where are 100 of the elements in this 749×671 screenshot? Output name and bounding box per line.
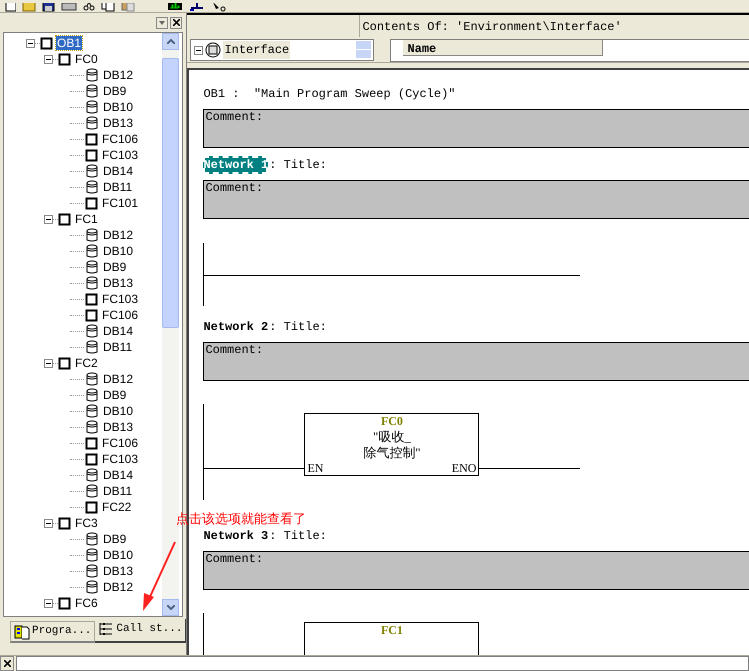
tree-item[interactable]: DB11 — [102, 340, 134, 354]
collapse-icon[interactable] — [44, 214, 53, 224]
tree-item[interactable]: DB9 — [102, 84, 128, 98]
tree-item[interactable]: DB9 — [102, 532, 128, 546]
monitor-icon[interactable] — [167, 3, 183, 12]
tree-item[interactable]: FC0 — [74, 52, 99, 66]
tree-item[interactable]: DB9 — [102, 388, 128, 402]
tree-item[interactable]: FC103 — [101, 148, 140, 162]
cylinder-icon — [85, 404, 99, 418]
close-button[interactable] — [0, 656, 14, 671]
tree-item[interactable]: DB12 — [102, 68, 134, 82]
square-icon — [58, 356, 71, 370]
save-icon[interactable] — [42, 3, 55, 12]
tree-item[interactable]: FC2 — [74, 356, 99, 370]
comment-field[interactable]: Comment: — [203, 342, 749, 381]
tree-item[interactable]: FC1 — [74, 212, 99, 226]
square-icon — [58, 516, 71, 530]
tree-item[interactable]: DB13 — [102, 276, 134, 290]
cylinder-icon — [85, 532, 99, 546]
comment-field[interactable]: Comment: — [203, 551, 749, 590]
square-icon — [85, 308, 98, 322]
network-title: : Title: — [269, 528, 327, 544]
cylinder-icon — [85, 580, 99, 594]
tree-item[interactable]: FC3 — [74, 516, 99, 530]
network-label[interactable]: Network 2 — [203, 318, 268, 336]
command-field[interactable] — [16, 656, 749, 671]
square-icon — [85, 196, 98, 210]
scroll-up-icon[interactable] — [166, 39, 175, 44]
tree-item[interactable]: DB11 — [102, 180, 134, 194]
block-name: "吸收_ — [373, 429, 411, 445]
square-icon — [85, 436, 98, 450]
pin-label: ENO — [452, 461, 476, 475]
panel-tab[interactable]: Progra... — [10, 621, 96, 643]
paste-icon[interactable] — [121, 3, 135, 12]
cylinder-icon — [85, 564, 99, 578]
tree-item[interactable]: DB10 — [102, 548, 134, 562]
cylinder-icon — [85, 260, 99, 274]
tree-item[interactable]: Interface — [223, 41, 290, 59]
cylinder-icon — [85, 388, 99, 402]
tree-item[interactable]: FC6 — [74, 596, 99, 610]
tree-item[interactable]: DB14 — [102, 468, 134, 482]
cylinder-icon — [85, 324, 99, 338]
scroll-down-icon[interactable] — [166, 605, 175, 610]
collapse-icon[interactable] — [44, 518, 53, 528]
close-button[interactable] — [170, 16, 182, 28]
file-icon[interactable] — [4, 3, 16, 12]
close-icon — [172, 19, 180, 26]
tree-item[interactable]: DB9 — [102, 260, 128, 274]
tree-item[interactable]: FC101 — [101, 196, 140, 210]
collapse-icon[interactable] — [194, 46, 204, 54]
comment-field[interactable]: Comment: — [203, 109, 749, 148]
collapse-icon[interactable] — [44, 54, 53, 64]
collapse-icon[interactable] — [44, 358, 53, 368]
function-block[interactable]: FC0 "吸收_ 除气控制" EN ENO — [304, 413, 480, 476]
tree-item[interactable]: DB11 — [102, 484, 134, 498]
tree-item[interactable]: FC106 — [101, 308, 140, 322]
interface-icon — [205, 42, 222, 58]
tree-item[interactable]: OB1 — [56, 36, 82, 50]
square-icon — [85, 292, 98, 306]
tree-item[interactable]: DB10 — [102, 404, 134, 418]
folder-icon[interactable] — [22, 3, 36, 12]
panel-tab[interactable]: Call st... — [95, 619, 186, 643]
tree-item[interactable]: DB13 — [102, 116, 134, 130]
copy-icon[interactable] — [101, 3, 115, 12]
collapse-icon[interactable] — [26, 38, 35, 48]
tree-item[interactable]: DB14 — [102, 324, 134, 338]
hierarchy-icon — [98, 621, 114, 637]
cylinder-icon — [85, 100, 99, 114]
tree-item[interactable]: DB13 — [102, 420, 134, 434]
tree-item[interactable]: DB12 — [102, 228, 134, 242]
tree-item[interactable]: DB14 — [102, 164, 134, 178]
tree-item[interactable]: DB10 — [102, 244, 134, 258]
collapse-icon[interactable] — [44, 598, 53, 608]
function-block[interactable]: FC1 — [304, 622, 480, 655]
square-icon — [85, 132, 98, 146]
tree-item[interactable]: DB10 — [102, 100, 134, 114]
network-label[interactable]: Network 1 — [203, 156, 268, 174]
comment-field[interactable]: Comment: — [203, 180, 749, 219]
scrollbar-thumb[interactable] — [162, 58, 180, 328]
tree-item[interactable]: FC106 — [101, 132, 140, 146]
column-header[interactable]: Name — [403, 40, 604, 56]
block-title: OB1 : "Main Program Sweep (Cycle)" — [203, 86, 456, 101]
cylinder-icon — [85, 68, 99, 82]
tree-item[interactable]: FC103 — [101, 292, 140, 306]
cylinder-icon — [85, 116, 99, 130]
square-icon — [58, 52, 71, 66]
tree-item[interactable]: DB13 — [102, 564, 134, 578]
tree-item[interactable]: DB12 — [102, 372, 134, 386]
pin-button[interactable] — [156, 16, 168, 28]
network-label[interactable]: Network 3 — [203, 526, 268, 544]
tree-item[interactable]: DB12 — [102, 580, 134, 594]
square-icon — [58, 596, 71, 610]
network-icon[interactable] — [189, 3, 205, 12]
tree-item[interactable]: FC106 — [101, 436, 140, 450]
contents-header: Contents Of: 'Environment\Interface' — [362, 20, 622, 34]
cylinder-icon — [85, 84, 99, 98]
square-icon — [85, 452, 98, 466]
tree-item[interactable]: FC103 — [101, 452, 140, 466]
network-title: : Title: — [269, 318, 327, 336]
tree-item[interactable]: FC22 — [101, 500, 132, 514]
